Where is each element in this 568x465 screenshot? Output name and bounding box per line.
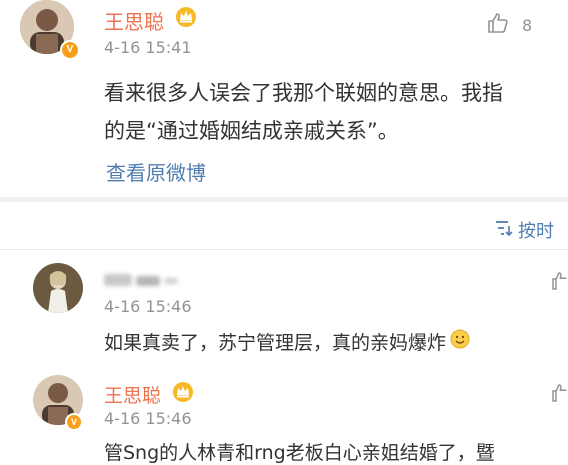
verified-v-icon: V [60,40,80,60]
thumbs-up-icon [552,272,567,290]
comment-username[interactable]: 王思聪 [104,381,161,408]
comment-like-icon[interactable] [550,382,568,408]
vip-crown-icon [172,381,194,407]
comment-text: 管Sng的人林青和rng老板白心亲姐结婚了，暨 [104,442,495,464]
comment-avatar[interactable] [33,263,83,313]
view-original-link[interactable]: 查看原微博 [106,157,206,186]
comment-text: 如果真卖了，苏宁管理层，真的亲妈爆炸 [104,328,470,355]
thumbs-up-icon [486,11,510,39]
vip-crown-icon [175,6,197,32]
post-time: 4-16 15:41 [104,38,192,57]
comment-username-blurred[interactable] [104,270,180,288]
post-content-line2: 的是“通过婚姻结成亲戚关系”。 [104,119,399,143]
post-like-button[interactable]: 8 [486,11,532,39]
avatar-photo [33,263,83,313]
post-like-count: 8 [522,15,533,35]
sort-divider [0,249,568,250]
comment-time: 4-16 15:46 [104,409,192,428]
thumbs-up-icon [552,384,567,402]
comment-text-content: 如果真卖了，苏宁管理层，真的亲妈爆炸 [104,332,447,354]
verified-v-icon: V [65,413,83,431]
sort-icon [494,219,514,241]
sort-button[interactable]: 按时 [494,217,554,243]
comment-like-icon[interactable] [550,270,568,296]
smile-emoji-icon [450,329,470,354]
sort-label: 按时 [518,221,554,242]
post-username[interactable]: 王思聪 [104,6,164,35]
post-content-line1: 看来很多人误会了我那个联姻的意思。我指 [104,81,503,105]
section-divider [0,197,568,202]
comment-time: 4-16 15:46 [104,297,192,316]
